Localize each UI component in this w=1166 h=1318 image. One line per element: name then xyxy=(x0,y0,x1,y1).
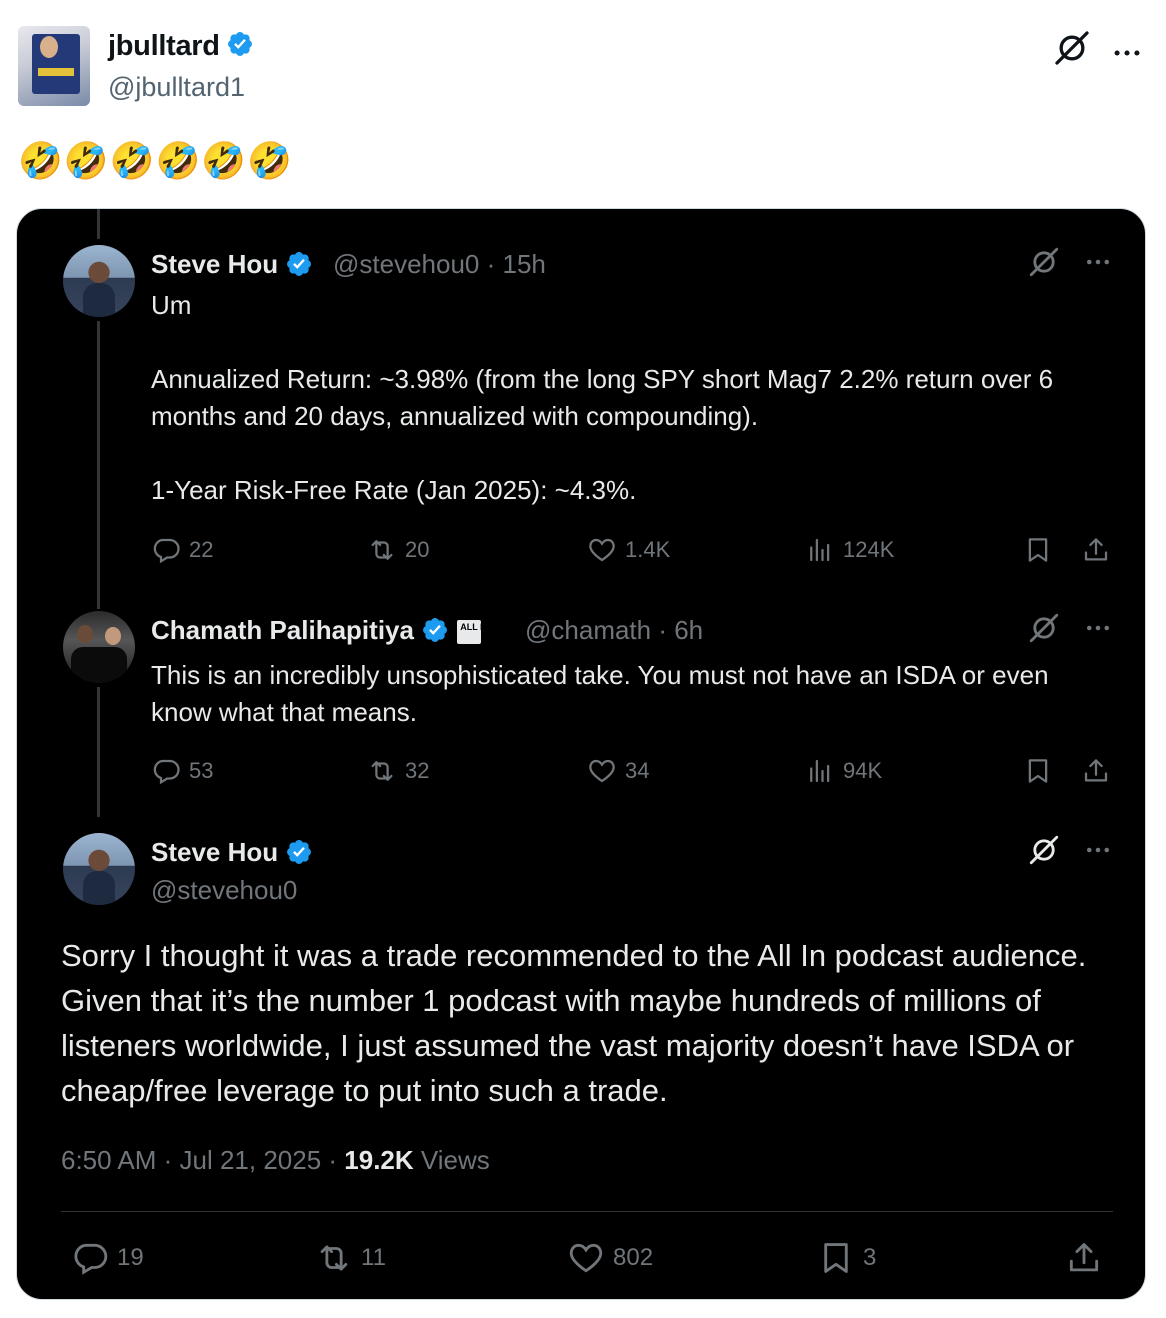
reply-button[interactable]: 19 xyxy=(71,1239,144,1277)
like-icon xyxy=(567,1239,605,1277)
tweet-text: Sorry I thought it was a trade recommend… xyxy=(61,938,1087,1108)
verified-icon xyxy=(285,838,313,866)
face-image xyxy=(40,36,58,58)
bookmark-icon[interactable] xyxy=(1023,535,1053,565)
views-label: Views xyxy=(413,1145,490,1175)
verified-icon xyxy=(226,30,254,58)
thread-line xyxy=(97,687,100,817)
author-name[interactable]: Steve Hou xyxy=(151,837,313,868)
repost-button[interactable]: 20 xyxy=(367,535,429,565)
tweet-line: Annualized Return: ~3.98% (from the long… xyxy=(151,364,1054,431)
like-icon xyxy=(587,756,617,786)
timestamp[interactable]: 6:50 AM · Jul 21, 2025 · 19.2K Views xyxy=(61,1145,490,1176)
handle-time[interactable]: @chamath · 6h xyxy=(525,615,703,646)
like-count: 34 xyxy=(625,758,650,783)
more-icon[interactable] xyxy=(1083,613,1113,643)
like-count: 802 xyxy=(613,1244,654,1271)
handle-time[interactable]: @stevehou0 · 15h xyxy=(333,249,546,280)
author-name-label: jbulltard xyxy=(108,30,220,62)
quoted-thread-card[interactable]: Steve Hou @stevehou0 · 15h Um Annualized… xyxy=(16,208,1146,1300)
author-name[interactable]: jbulltard xyxy=(108,30,254,63)
thread-line xyxy=(97,321,100,609)
views-count: 19.2K xyxy=(344,1145,414,1175)
grok-icon[interactable] xyxy=(1027,245,1061,279)
grok-icon[interactable] xyxy=(1027,833,1061,867)
reply-icon xyxy=(151,535,181,565)
reply-count: 19 xyxy=(117,1244,144,1271)
avatar[interactable] xyxy=(18,26,90,106)
author-name-label: Steve Hou xyxy=(151,837,279,867)
bookmark-icon[interactable] xyxy=(1023,756,1053,786)
repost-icon xyxy=(367,535,397,565)
bookmark-count: 3 xyxy=(863,1244,877,1271)
reply-icon xyxy=(71,1239,109,1277)
views-count: 94K xyxy=(843,758,883,783)
divider xyxy=(61,1211,1113,1212)
avatar[interactable] xyxy=(63,245,135,317)
author-name[interactable]: Steve Hou xyxy=(151,249,313,280)
more-icon[interactable] xyxy=(1083,247,1113,277)
like-button[interactable]: 34 xyxy=(587,756,649,786)
repost-button[interactable]: 32 xyxy=(367,756,429,786)
verified-icon xyxy=(285,250,313,278)
more-icon[interactable] xyxy=(1083,835,1113,865)
repost-count: 32 xyxy=(405,758,430,783)
grok-icon[interactable] xyxy=(1052,28,1092,68)
reply-count: 53 xyxy=(189,758,214,783)
verified-icon xyxy=(421,616,449,644)
author-handle[interactable]: @stevehou0 xyxy=(151,875,297,906)
like-button[interactable]: 1.4K xyxy=(587,535,670,565)
views-icon xyxy=(805,756,835,786)
thread-line xyxy=(97,209,100,239)
repost-icon xyxy=(315,1239,353,1277)
author-name[interactable]: Chamath Palihapitiya ALL IN xyxy=(151,615,489,646)
repost-count: 20 xyxy=(405,537,430,562)
avatar[interactable] xyxy=(63,611,135,683)
more-icon[interactable] xyxy=(1110,36,1144,70)
repost-button[interactable]: 11 xyxy=(315,1239,386,1277)
reply-button[interactable]: 22 xyxy=(151,535,213,565)
tweet-line: Um xyxy=(151,290,192,320)
like-count: 1.4K xyxy=(625,537,671,562)
like-button[interactable]: 802 xyxy=(567,1239,653,1277)
author-name-label: Steve Hou xyxy=(151,249,279,279)
like-icon xyxy=(587,535,617,565)
author-handle[interactable]: @jbulltard1 xyxy=(108,72,245,103)
bookmark-button[interactable]: 3 xyxy=(817,1239,876,1277)
affiliate-badge-icon[interactable]: ALL IN xyxy=(457,620,489,645)
reply-icon xyxy=(151,756,181,786)
reply-count: 22 xyxy=(189,537,214,562)
views-icon xyxy=(805,535,835,565)
bookmark-icon xyxy=(817,1239,855,1277)
grok-icon[interactable] xyxy=(1027,611,1061,645)
repost-count: 11 xyxy=(361,1244,386,1271)
avatar[interactable] xyxy=(63,833,135,905)
views-count: 124K xyxy=(843,537,895,562)
tweet-text: Um Annualized Return: ~3.98% (from the l… xyxy=(151,287,1121,509)
tweet-line: 1-Year Risk-Free Rate (Jan 2025): ~4.3%. xyxy=(151,475,637,505)
views-button[interactable]: 94K xyxy=(805,756,882,786)
author-name-label: Chamath Palihapitiya xyxy=(151,615,414,645)
share-icon[interactable] xyxy=(1065,1239,1103,1277)
tweet-text: 🤣🤣🤣🤣🤣🤣 xyxy=(18,140,293,181)
tweet-text: This is an incredibly unsophisticated ta… xyxy=(151,660,1049,727)
time-label: 6:50 AM · Jul 21, 2025 · xyxy=(61,1145,345,1175)
reply-button[interactable]: 53 xyxy=(151,756,213,786)
share-icon[interactable] xyxy=(1081,535,1111,565)
share-icon[interactable] xyxy=(1081,756,1111,786)
views-button[interactable]: 124K xyxy=(805,535,894,565)
repost-icon xyxy=(367,756,397,786)
